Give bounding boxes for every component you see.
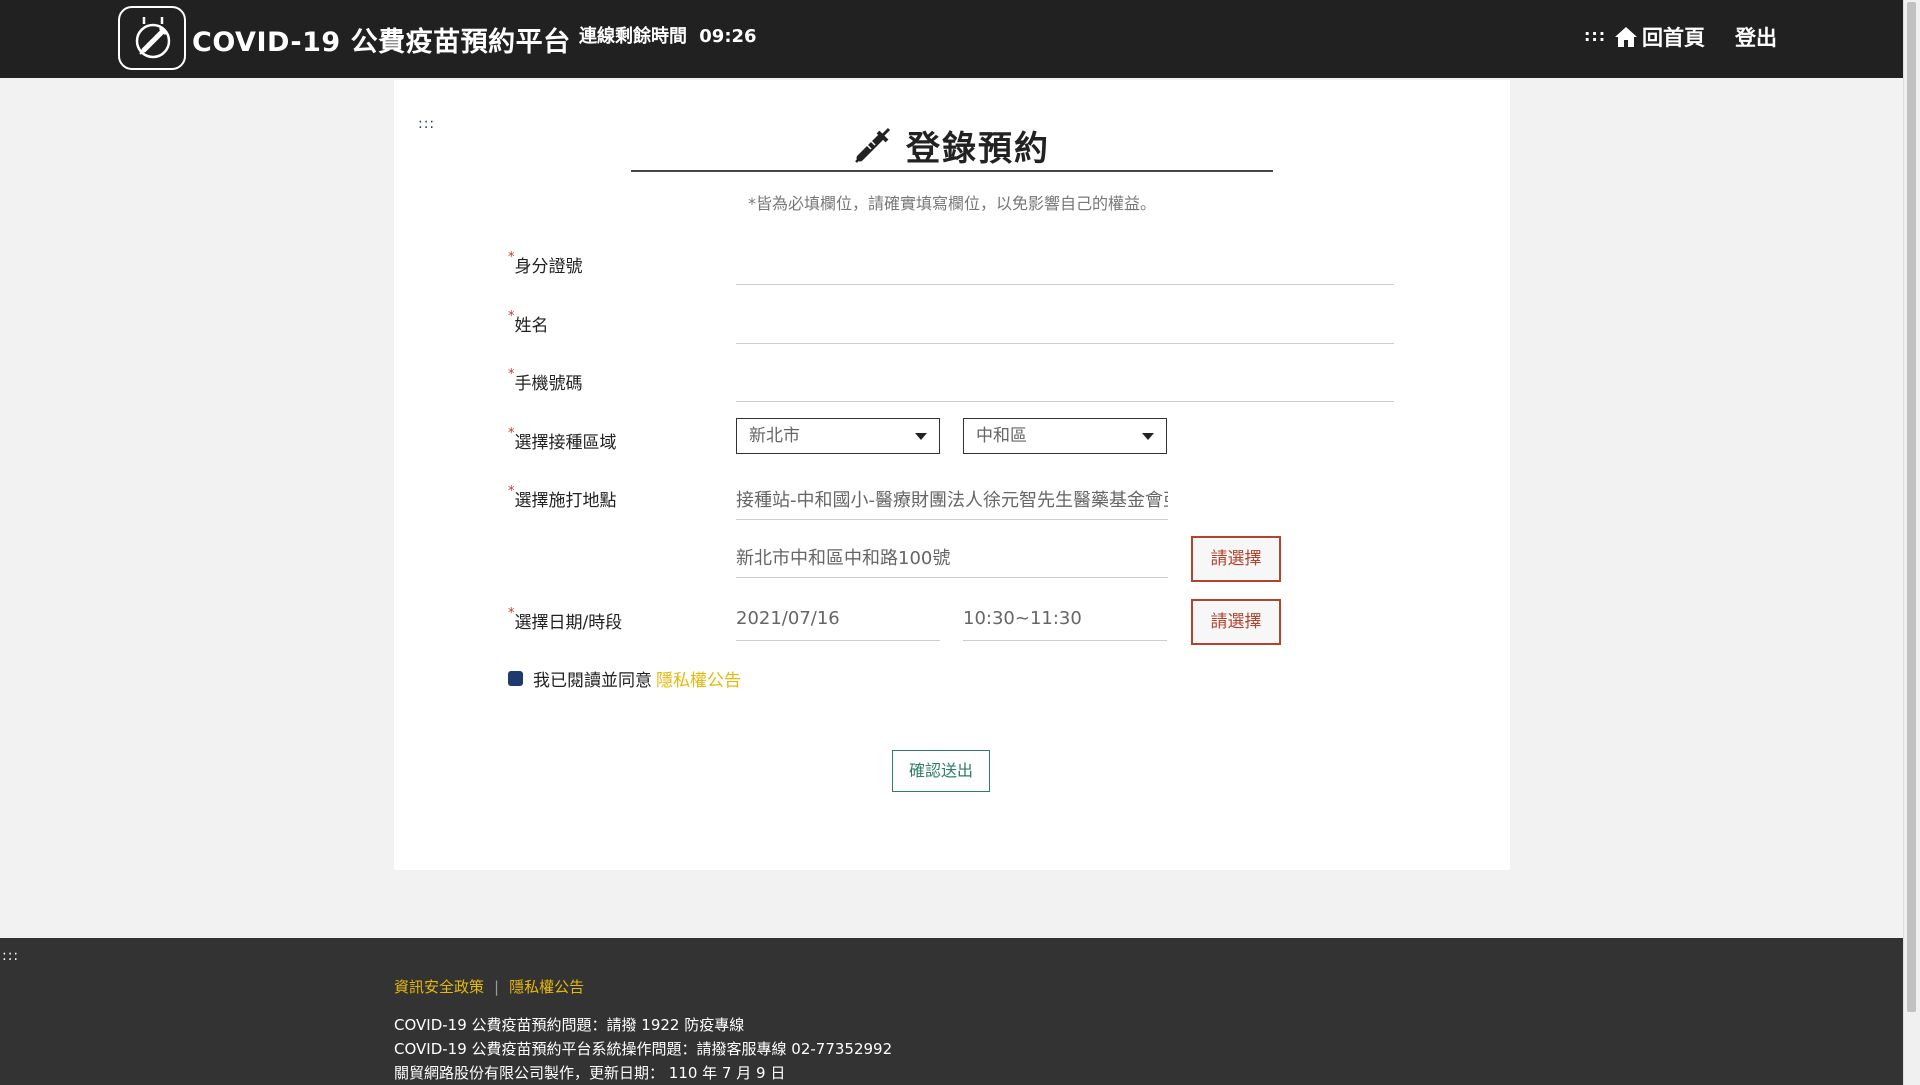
name-field[interactable] (736, 343, 1394, 344)
content-accesskey-dots[interactable]: ::: (418, 116, 435, 132)
chevron-down-icon (915, 433, 927, 440)
syringe-icon (855, 127, 891, 163)
page-title: 登錄預約 (906, 128, 1050, 169)
agree-row: 我已閱讀並同意 隱私權公告 (508, 666, 741, 691)
name-label: *姓名 (508, 309, 549, 336)
date-underline (736, 640, 940, 641)
name-label-text: 姓名 (514, 316, 549, 336)
logout-link[interactable]: 登出 (1735, 22, 1777, 52)
footer-separator: | (494, 978, 500, 996)
phone-label-text: 手機號碼 (514, 374, 583, 394)
footer-accesskey-dots[interactable]: ::: (2, 948, 19, 964)
footer-hotline: COVID-19 公費疫苗預約問題：請撥 1922 防疫專線 (394, 1016, 745, 1034)
agree-text: 我已閱讀並同意 (533, 671, 652, 691)
footer-credit: 關貿網路股份有限公司製作，更新日期： 110 年 7 月 9 日 (394, 1064, 786, 1082)
site-address-field[interactable]: 新北市中和區中和路100號 (736, 544, 950, 570)
registration-card: ::: 登錄預約 *皆為必填欄位，請確實填寫欄位，以免影響自己的權益。 *身分證… (394, 80, 1510, 870)
site-name-field[interactable]: 接種站-中和國小-醫療財團法人徐元智先生醫藥基金會亞 (736, 486, 1168, 512)
title-bar: 登錄預約 (631, 120, 1273, 172)
district-select[interactable]: 中和區 (963, 418, 1167, 454)
time-slot-field[interactable]: 10:30~11:30 (963, 608, 1082, 629)
phone-label: *手機號碼 (508, 367, 583, 394)
required-mark: * (508, 606, 515, 621)
footer: ::: 資訊安全政策 | 隱私權公告 COVID-19 公費疫苗預約問題：請撥 19… (0, 938, 1904, 1085)
home-icon (1615, 27, 1637, 47)
phone-field[interactable] (736, 401, 1394, 402)
home-link[interactable]: 回首頁 (1614, 22, 1705, 52)
session-label: 連線剩餘時間 (579, 26, 687, 47)
syringe-logo-icon (135, 17, 171, 59)
page-scrollbar[interactable] (1903, 0, 1920, 1085)
submit-button[interactable]: 確認送出 (892, 750, 990, 792)
id-label: *身分證號 (508, 250, 583, 277)
home-label: 回首頁 (1642, 26, 1705, 50)
district-value: 中和區 (976, 426, 1027, 446)
site-label-text: 選擇施打地點 (514, 491, 617, 511)
id-field[interactable] (736, 284, 1394, 285)
privacy-link[interactable]: 隱私權公告 (656, 666, 741, 691)
site-address-underline (736, 577, 1168, 578)
security-policy-link[interactable]: 資訊安全政策 (394, 978, 484, 996)
required-mark: * (508, 426, 515, 441)
site-name-underline (736, 519, 1168, 520)
area-label-text: 選擇接種區域 (514, 433, 617, 453)
city-value: 新北市 (749, 426, 800, 446)
required-mark: * (508, 250, 515, 265)
date-field[interactable]: 2021/07/16 (736, 608, 840, 629)
area-label: *選擇接種區域 (508, 426, 617, 453)
required-note: *皆為必填欄位，請確實填寫欄位，以免影響自己的權益。 (747, 194, 1156, 213)
scrollbar-thumb[interactable] (1907, 2, 1916, 1012)
nav-accesskey-dots[interactable]: ::: (1584, 26, 1606, 45)
required-mark: * (508, 367, 515, 382)
session-timer: 連線剩餘時間 09:26 (579, 22, 757, 48)
footer-support: COVID-19 公費疫苗預約平台系統操作問題：請撥客服專線 02-773529… (394, 1040, 893, 1058)
city-select[interactable]: 新北市 (736, 418, 940, 454)
date-label: *選擇日期/時段 (508, 606, 623, 633)
required-mark: * (508, 309, 515, 324)
id-label-text: 身分證號 (514, 257, 583, 277)
choose-site-button[interactable]: 請選擇 (1191, 536, 1281, 582)
footer-links: 資訊安全政策 | 隱私權公告 (394, 976, 584, 997)
brand-title[interactable]: COVID-19 公費疫苗預約平台 (192, 20, 571, 59)
session-time: 09:26 (699, 26, 757, 47)
time-underline (963, 640, 1167, 641)
footer-privacy-link[interactable]: 隱私權公告 (509, 978, 584, 996)
top-header: COVID-19 公費疫苗預約平台 連線剩餘時間 09:26 ::: 回首頁 登… (0, 0, 1904, 78)
chevron-down-icon (1142, 433, 1154, 440)
date-label-text: 選擇日期/時段 (514, 613, 623, 633)
required-mark: * (508, 484, 515, 499)
logo[interactable] (118, 6, 186, 70)
choose-date-button[interactable]: 請選擇 (1191, 599, 1281, 645)
site-label: *選擇施打地點 (508, 484, 617, 511)
agree-checkbox[interactable] (508, 671, 523, 686)
